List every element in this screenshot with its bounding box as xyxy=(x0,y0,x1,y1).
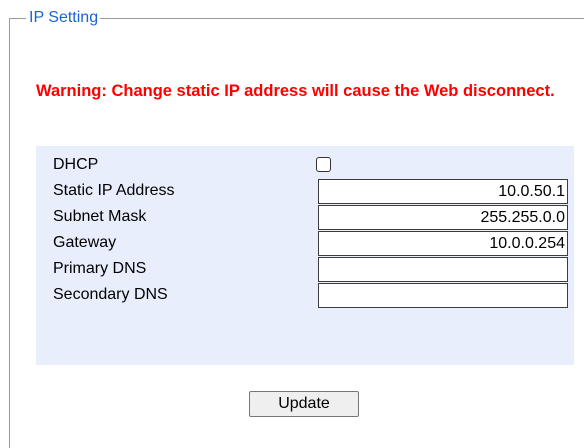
subnet-mask-label: Subnet Mask xyxy=(53,208,147,225)
dhcp-label: DHCP xyxy=(53,156,99,173)
static-ip-input[interactable] xyxy=(318,179,568,204)
gateway-row: Gateway xyxy=(36,230,574,256)
ip-settings-table: DHCP Static IP Address Subnet Mask Gatew… xyxy=(36,146,574,365)
primary-dns-input[interactable] xyxy=(318,257,568,282)
secondary-dns-row: Secondary DNS xyxy=(36,282,574,308)
secondary-dns-input[interactable] xyxy=(318,283,568,308)
static-ip-warning: Warning: Change static IP address will c… xyxy=(36,82,555,100)
secondary-dns-label: Secondary DNS xyxy=(53,286,168,303)
subnet-mask-input[interactable] xyxy=(318,205,568,230)
static-ip-label: Static IP Address xyxy=(53,182,175,199)
primary-dns-label: Primary DNS xyxy=(53,260,147,277)
ip-setting-legend: IP Setting xyxy=(26,9,101,27)
static-ip-row: Static IP Address xyxy=(36,178,574,204)
dhcp-row: DHCP xyxy=(36,152,574,178)
primary-dns-row: Primary DNS xyxy=(36,256,574,282)
gateway-label: Gateway xyxy=(53,234,117,251)
update-button[interactable]: Update xyxy=(249,391,359,417)
gateway-input[interactable] xyxy=(318,231,568,256)
dhcp-checkbox[interactable] xyxy=(316,157,331,172)
subnet-mask-row: Subnet Mask xyxy=(36,204,574,230)
